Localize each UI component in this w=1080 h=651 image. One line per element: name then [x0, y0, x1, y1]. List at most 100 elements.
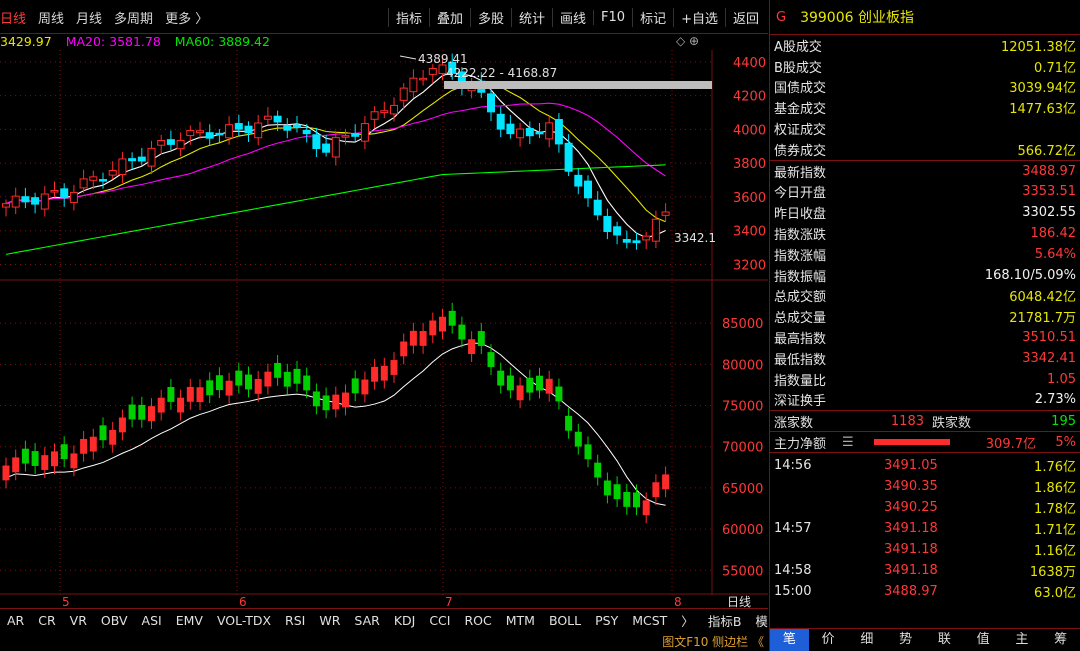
- tab-more[interactable]: 更多 〉: [165, 8, 208, 27]
- panel-tabs: 笔价细势联值主筹: [770, 628, 1080, 651]
- x-tick-label: 7: [445, 595, 453, 608]
- tab-weekly[interactable]: 周线: [38, 8, 64, 27]
- price-candle: [225, 124, 234, 139]
- indicator-tab[interactable]: OBV: [94, 613, 135, 628]
- sub-candle: [274, 362, 282, 378]
- panel-tab[interactable]: 势: [886, 629, 925, 651]
- price-tick-label: 4400: [733, 56, 766, 71]
- sub-candle: [584, 444, 592, 460]
- tick-time: 14:57: [774, 520, 812, 536]
- price-candle: [50, 190, 59, 193]
- indicator-tab[interactable]: 〉: [674, 611, 701, 630]
- indicator-tab[interactable]: PSY: [588, 613, 625, 628]
- sub-candle: [516, 385, 524, 401]
- statistics-button[interactable]: 统计: [511, 7, 552, 27]
- overlay-button[interactable]: 叠加: [428, 7, 470, 27]
- panel-tab[interactable]: 笔: [770, 629, 809, 651]
- price-candle: [108, 170, 117, 176]
- indicator-tab[interactable]: RSI: [278, 613, 312, 628]
- price-candle: [137, 156, 146, 162]
- indicator-tab[interactable]: KDJ: [387, 613, 423, 628]
- indicator-tab[interactable]: 指标B: [701, 611, 749, 630]
- tick-time: 14:56: [774, 457, 812, 473]
- panel-tab[interactable]: 价: [809, 629, 848, 651]
- sub-candle: [31, 451, 39, 466]
- kline-chart[interactable]: 4400 4200 4000 3800 3600 3400 3200 85000 80000 75…: [0, 50, 768, 595]
- indicator-tab[interactable]: VOL-TDX: [210, 613, 278, 628]
- stat-label: 最低指数: [774, 352, 827, 368]
- sub-candle: [60, 444, 68, 460]
- price-candle: [593, 199, 602, 216]
- panel-tab[interactable]: 细: [848, 629, 887, 651]
- tab-multi-period[interactable]: 多周期: [114, 8, 153, 27]
- f10-sidebar-toggle[interactable]: 图文F10 侧边栏 《: [620, 631, 768, 651]
- indicator-tab[interactable]: 模 板: [748, 611, 768, 630]
- draw-line-button[interactable]: 画线: [552, 7, 593, 27]
- tick-row: 14:56 3491.05 1.76亿: [770, 455, 1080, 476]
- sub-candle: [468, 339, 476, 355]
- tick-price: 3491.18: [884, 520, 938, 536]
- price-tick-label: 3400: [733, 225, 766, 240]
- sub-candle: [565, 415, 573, 431]
- panel-tab[interactable]: 筹: [1041, 629, 1080, 651]
- stat-row: B股成交 0.71亿: [770, 56, 1080, 77]
- indicator-tab[interactable]: MTM: [499, 613, 542, 628]
- sub-candle: [109, 429, 117, 445]
- stat-row: 总成交量 21781.7万: [770, 306, 1080, 327]
- panel-tab[interactable]: 主: [1003, 629, 1042, 651]
- sub-candle: [303, 375, 311, 391]
- tab-daily[interactable]: 日线: [0, 8, 26, 27]
- sub-candle: [487, 352, 495, 367]
- volume-tick-label: 55000: [722, 564, 763, 579]
- price-candle: [360, 123, 369, 142]
- indicator-tab[interactable]: CR: [31, 613, 62, 628]
- back-button[interactable]: 返回: [724, 7, 766, 27]
- indicator-tab[interactable]: BOLL: [542, 613, 588, 628]
- ma60-line: [5, 164, 666, 255]
- volume-tick-label: 75000: [722, 400, 763, 415]
- sub-candle: [89, 436, 97, 452]
- panel-tab[interactable]: 值: [964, 629, 1003, 651]
- mark-button[interactable]: 标记: [632, 7, 673, 27]
- sub-candle: [555, 386, 563, 402]
- price-candle: [186, 129, 195, 137]
- price-candle: [535, 131, 544, 135]
- tick-price: 3491.18: [884, 562, 938, 578]
- stat-row: 国债成交 3039.94亿: [770, 77, 1080, 98]
- sub-candle: [235, 370, 243, 386]
- collapse-icon[interactable]: ◇ ⊕: [676, 34, 699, 48]
- indicator-tab[interactable]: VR: [63, 613, 94, 628]
- indicator-tab[interactable]: AR: [0, 613, 31, 628]
- indicator-tab[interactable]: SAR: [347, 613, 386, 628]
- indicator-tab[interactable]: MCST: [625, 613, 674, 628]
- sub-candle: [283, 371, 291, 387]
- indicator-tab[interactable]: ROC: [457, 613, 498, 628]
- sub-candle: [497, 370, 505, 386]
- sub-candle: [342, 392, 349, 408]
- stat-row: 最新指数 3488.97: [770, 161, 1080, 182]
- indicator-tab[interactable]: ASI: [135, 613, 169, 628]
- price-candle: [293, 124, 301, 128]
- tab-monthly[interactable]: 月线: [76, 8, 102, 27]
- tick-row: 14:57 3491.18 1.71亿: [770, 518, 1080, 539]
- indicator-tab[interactable]: CCI: [422, 613, 457, 628]
- indicator-button[interactable]: 指标: [387, 7, 429, 27]
- panel-tab[interactable]: 联: [925, 629, 964, 651]
- price-candle: [574, 174, 583, 187]
- chart-toolbar: 日线 周线 月线 多周期 更多 〉 指标 叠加 多股 统计 画线 F10 标记 …: [0, 0, 768, 34]
- price-candle: [438, 64, 447, 75]
- sub-candle: [312, 391, 320, 407]
- multi-stock-button[interactable]: 多股: [469, 7, 511, 27]
- indicator-tab[interactable]: WR: [312, 613, 347, 628]
- stat-value: 6048.42亿: [1009, 290, 1076, 306]
- price-candle: [409, 77, 418, 93]
- sub-candle: [99, 425, 107, 441]
- indicator-tab[interactable]: EMV: [169, 613, 210, 628]
- price-candle: [40, 193, 49, 210]
- f10-button[interactable]: F10: [593, 9, 632, 25]
- stat-row: 最高指数 3510.51: [770, 327, 1080, 348]
- market-turnover-list: A股成交 12051.38亿 B股成交 0.71亿 国债成交 3039.94亿 基金成交 14…: [770, 35, 1080, 160]
- add-watchlist-button[interactable]: +自选: [673, 7, 725, 27]
- price-candle: [380, 110, 389, 114]
- flow-menu-icon[interactable]: ☰: [842, 435, 860, 450]
